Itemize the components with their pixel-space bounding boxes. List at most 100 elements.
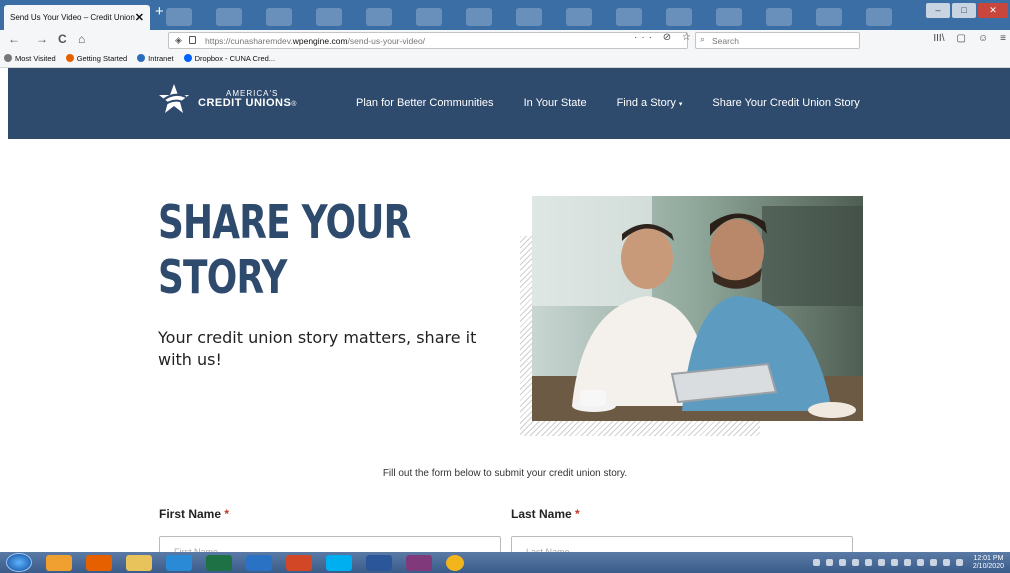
url-bar[interactable]: ◈ https://cunasharemdev.wpengine.com/sen… [168,32,688,49]
sidebar-icon[interactable]: ▢ [956,33,965,44]
tray-icon[interactable] [877,559,885,566]
background-tab[interactable] [366,8,392,26]
url-prefix: https://cunasharemdev. [205,36,293,46]
bookmark-label: Dropbox - CUNA Cred... [194,54,276,63]
last-name-label: Last Name * [511,507,580,521]
background-tab[interactable] [466,8,492,26]
background-tab[interactable] [316,8,342,26]
background-tab[interactable] [616,8,642,26]
menu-find-a-story[interactable]: Find a Story ▾ [617,97,683,109]
hero-photo [532,196,863,421]
maximize-button[interactable]: □ [952,3,976,18]
gear-icon [4,54,12,62]
skype-icon[interactable] [326,554,352,571]
label-text: Last Name [511,507,572,521]
background-tab[interactable] [866,8,892,26]
background-tab[interactable] [816,8,842,26]
bookmark-intranet[interactable]: Intranet [137,54,174,67]
tray-icon[interactable] [903,559,911,566]
tray-icon[interactable] [838,559,846,566]
tray-icon[interactable] [864,559,872,566]
title-line-2: STORY [158,250,287,304]
firefox-icon [65,54,74,62]
toolbar-right: III\ ▢ ☺ ≡ [933,33,1006,44]
background-tab[interactable] [516,8,542,26]
forward-icon[interactable]: → [36,32,48,46]
tray-icon[interactable] [851,559,859,566]
search-input[interactable]: ⌕ Search [695,32,860,49]
background-tab[interactable] [566,8,592,26]
minimize-button[interactable]: – [926,3,950,18]
site-logo[interactable]: AMERICA'S CREDIT UNIONS® [158,83,297,115]
menu-plan-for-better-communities[interactable]: Plan for Better Communities [356,97,494,109]
menu-in-your-state[interactable]: In Your State [524,97,587,109]
title-line-1: SHARE YOUR [158,195,411,249]
search-icon: ⌕ [700,34,706,44]
close-icon[interactable]: ✕ [135,11,144,24]
site-menu: Plan for Better Communities In Your Stat… [356,97,860,109]
powerpoint-icon[interactable] [286,554,312,571]
bookmark-most-visited[interactable]: Most Visited [4,54,56,67]
tray-icon[interactable] [929,559,937,566]
tab-send-us-your-video[interactable]: Send Us Your Video – Credit Union ✕ [4,5,150,30]
background-tab[interactable] [766,8,792,26]
word-icon[interactable] [366,554,392,571]
library-icon[interactable]: III\ [933,33,944,44]
lock-icon[interactable] [189,36,196,44]
tray-icon[interactable] [825,559,833,566]
browser-nav-bar: ← → C ⌂ ◈ https://cunasharemdev.wpengine… [0,30,1010,51]
background-tab[interactable] [716,8,742,26]
background-tab[interactable] [216,8,242,26]
required-mark: * [575,507,580,521]
intranet-icon [137,54,146,62]
window-close-button[interactable]: ✕ [978,3,1008,18]
tray-icon[interactable] [916,559,924,566]
page-title: SHARE YOUR STORY [158,195,415,305]
registered-mark: ® [291,100,297,108]
account-icon[interactable]: ☺ [978,33,988,44]
dropbox-icon [183,54,192,62]
system-clock[interactable]: 12:01 PM 2/10/2020 [973,555,1004,571]
tray-icon[interactable] [890,559,898,566]
tray-icon[interactable] [812,559,820,566]
background-tabs [150,4,1010,30]
firefox-icon[interactable] [86,554,112,571]
first-name-label: First Name * [159,507,229,521]
reload-icon[interactable]: C [58,32,67,46]
bookmarks-bar: Most Visited Getting Started Intranet Dr… [0,51,1010,68]
tray-icon[interactable] [942,559,950,566]
shield-icon[interactable]: ◈ [175,35,182,46]
start-button[interactable] [6,553,32,572]
hero-subtitle: Your credit union story matters, share i… [158,328,477,369]
window-controls: – □ ✕ [926,3,1008,18]
bookmark-dropbox[interactable]: Dropbox - CUNA Cred... [183,54,276,67]
background-tab[interactable] [266,8,292,26]
clock-time: 12:01 PM [973,554,1004,562]
tab-title: Send Us Your Video – Credit Union [10,13,135,22]
star-logo-icon [159,84,189,113]
volume-icon[interactable] [955,559,963,566]
bookmark-label: Intranet [148,54,174,63]
chrome-icon[interactable] [446,554,464,571]
excel-icon[interactable] [206,554,232,571]
home-icon[interactable]: ⌂ [78,32,85,46]
menu-share-your-story[interactable]: Share Your Credit Union Story [712,97,859,109]
background-tab[interactable] [166,8,192,26]
logo-wordmark: AMERICA'S CREDIT UNIONS® [198,89,297,109]
file-explorer-icon[interactable] [126,554,152,571]
page-actions-icons[interactable]: ··· ⊘ ☆ [634,32,695,43]
menu-icon[interactable]: ≡ [1000,33,1006,44]
clock-date: 2/10/2020 [972,562,1004,570]
onenote-icon[interactable] [406,554,432,571]
background-tab[interactable] [666,8,692,26]
url-domain: wpengine.com [292,36,348,46]
bookmark-getting-started[interactable]: Getting Started [65,54,127,67]
background-tab[interactable] [416,8,442,26]
back-icon[interactable]: ← [8,32,20,46]
internet-explorer-icon[interactable] [166,554,192,571]
browser-tab-bar: Send Us Your Video – Credit Union ✕ + – … [0,0,1010,30]
outlook-icon[interactable] [246,554,272,571]
required-mark: * [224,507,230,521]
windows-explorer-icon[interactable] [46,554,72,571]
windows-taskbar: 12:01 PM 2/10/2020 [0,552,1010,573]
